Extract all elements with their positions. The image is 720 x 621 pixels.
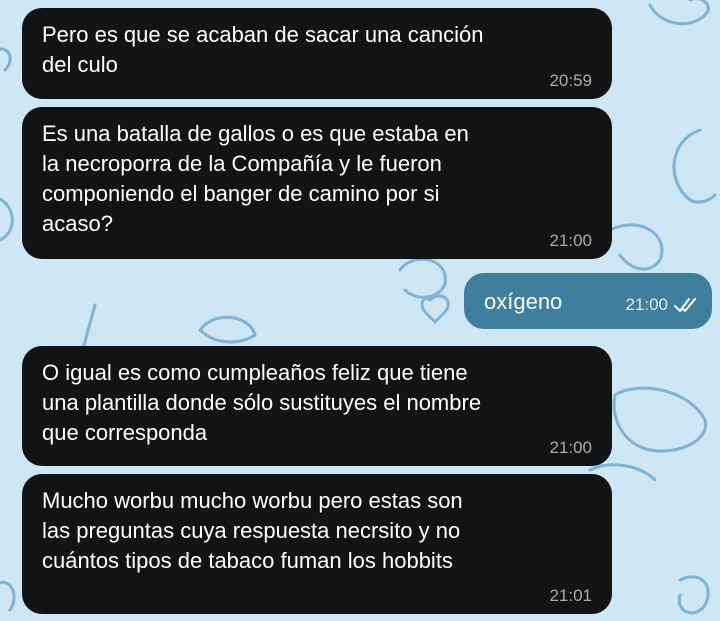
- message-time: 21:00: [549, 231, 592, 250]
- doodle-ring: [677, 575, 710, 615]
- message-text: O igual es como cumpleaños feliz que tie…: [42, 360, 482, 445]
- doodle-arc: [0, 197, 14, 242]
- message-bubble-incoming[interactable]: O igual es como cumpleaños feliz que tie…: [22, 346, 612, 466]
- double-check-icon: [674, 298, 696, 312]
- message-bubble-incoming[interactable]: Es una batalla de gallos o es que estaba…: [22, 107, 612, 259]
- message-time: 20:59: [549, 71, 592, 90]
- message-time: 21:01: [549, 586, 592, 605]
- message-time: 21:00: [549, 438, 592, 457]
- doodle-flower: [398, 257, 447, 299]
- message-text: Mucho worbu mucho worbu pero estas son l…: [42, 488, 463, 573]
- message-text: Pero es que se acaban de sacar una canci…: [42, 22, 484, 77]
- doodle-leaf: [608, 223, 664, 271]
- message-time: 21:00: [625, 295, 668, 314]
- doodle-crescent: [672, 128, 717, 204]
- doodle-swirl: [0, 47, 12, 72]
- doodle-curl: [0, 581, 16, 612]
- doodle-heart: [420, 294, 450, 324]
- message-bubble-incoming[interactable]: Mucho worbu mucho worbu pero estas son l…: [22, 474, 612, 614]
- doodle-blob: [198, 315, 257, 344]
- doodle-cloud-shape: [648, 0, 710, 26]
- message-bubble-incoming[interactable]: Pero es que se acaban de sacar una canci…: [22, 8, 612, 99]
- doodle-goggles: [612, 386, 707, 453]
- message-bubble-outgoing[interactable]: oxígeno 21:00: [464, 273, 712, 329]
- message-text: Es una batalla de gallos o es que estaba…: [42, 121, 469, 236]
